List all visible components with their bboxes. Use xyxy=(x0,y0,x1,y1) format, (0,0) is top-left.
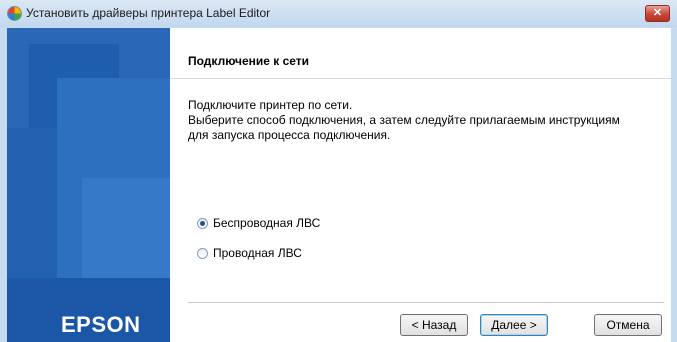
sidebar-banner: EPSON xyxy=(7,28,170,342)
installer-window: Установить драйверы принтера Label Edito… xyxy=(0,0,677,342)
back-button[interactable]: < Назад xyxy=(400,314,468,336)
instruction-line: для запуска процесса подключения. xyxy=(188,128,391,142)
epson-logo: EPSON xyxy=(61,312,141,337)
close-button[interactable]: ✕ xyxy=(645,5,670,22)
instruction-line: Подключите принтер по сети. xyxy=(188,98,353,112)
instruction-line: Выберите способ подключения, а затем сле… xyxy=(188,113,620,127)
footer-divider xyxy=(188,302,664,303)
radio-option-wired-lan[interactable]: Проводная ЛВС xyxy=(197,246,302,260)
radio-label-wireless-lan[interactable]: Беспроводная ЛВС xyxy=(213,216,320,230)
header-divider xyxy=(170,78,671,79)
installer-app-icon xyxy=(7,6,22,21)
dialog-body: EPSON Подключение к сети Подключите прин… xyxy=(7,28,671,342)
radio-button[interactable] xyxy=(197,247,208,259)
next-button[interactable]: Далее > xyxy=(480,314,548,336)
cancel-button[interactable]: Отмена xyxy=(594,314,662,336)
radio-label-wired-lan[interactable]: Проводная ЛВС xyxy=(213,246,302,260)
radio-button-selected[interactable] xyxy=(197,217,208,229)
radio-option-wireless-lan[interactable]: Беспроводная ЛВС xyxy=(197,216,320,230)
window-title: Установить драйверы принтера Label Edito… xyxy=(26,6,271,20)
page-title: Подключение к сети xyxy=(188,54,310,68)
instructions-text: Подключите принтер по сети. Выберите спо… xyxy=(188,98,620,143)
title-bar: Установить драйверы принтера Label Edito… xyxy=(0,0,677,27)
content-panel: Подключение к сети Подключите принтер по… xyxy=(170,28,671,342)
